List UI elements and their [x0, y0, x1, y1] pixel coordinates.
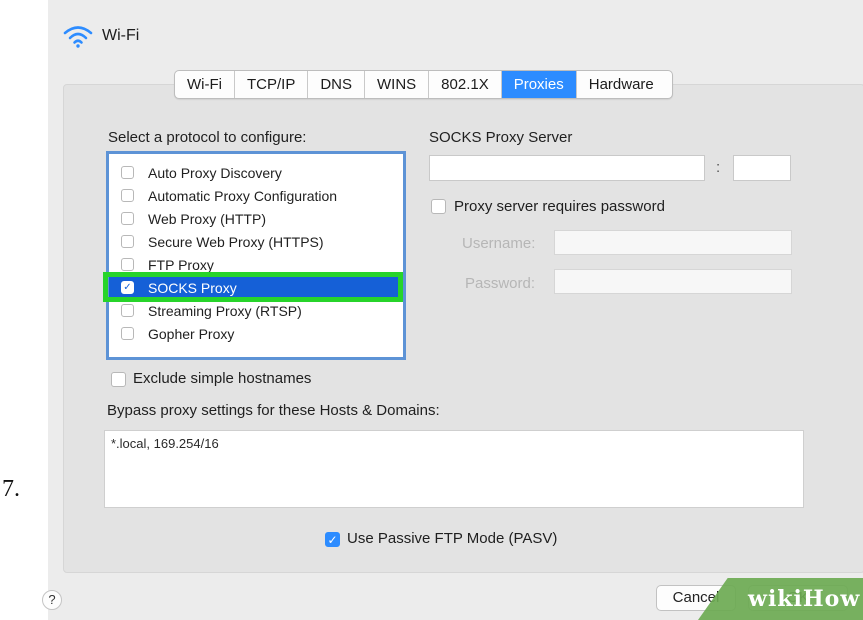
protocol-checkbox[interactable] — [121, 304, 134, 317]
window-header: Wi-Fi — [62, 24, 139, 48]
protocol-item-label: Auto Proxy Discovery — [148, 164, 282, 181]
tab-hardware[interactable]: Hardware — [577, 71, 672, 98]
protocol-item-label: Secure Web Proxy (HTTPS) — [148, 233, 324, 250]
protocol-item-label: Automatic Proxy Configuration — [148, 187, 338, 204]
tab-bar: Wi-Fi TCP/IP DNS WINS 802.1X Proxies Har… — [174, 70, 673, 99]
protocol-checkbox[interactable] — [121, 166, 134, 179]
port-separator: : — [716, 159, 721, 176]
username-label: Username: — [462, 235, 536, 252]
exclude-hostnames-checkbox[interactable] — [111, 372, 126, 387]
protocol-item-automatic-proxy-configuration[interactable]: Automatic Proxy Configuration — [109, 184, 403, 207]
protocol-checkbox[interactable] — [121, 327, 134, 340]
protocol-item-label: Gopher Proxy — [148, 325, 235, 342]
protocol-item-auto-proxy-discovery[interactable]: Auto Proxy Discovery — [109, 161, 403, 184]
tab-8021x[interactable]: 802.1X — [429, 71, 502, 98]
protocol-list[interactable]: Auto Proxy Discovery Automatic Proxy Con… — [103, 151, 406, 360]
tab-dns[interactable]: DNS — [308, 71, 365, 98]
password-label: Password: — [465, 275, 536, 292]
window-title: Wi-Fi — [102, 27, 140, 44]
protocol-item-label: SOCKS Proxy — [148, 279, 237, 296]
protocol-item-label: Web Proxy (HTTP) — [148, 210, 266, 227]
password-input[interactable] — [554, 269, 792, 294]
tab-tcpip[interactable]: TCP/IP — [235, 71, 309, 98]
protocol-item-ftp-proxy[interactable]: FTP Proxy — [109, 253, 403, 276]
protocol-checkbox[interactable]: ✓ — [121, 281, 134, 294]
tab-wins[interactable]: WINS — [365, 71, 430, 98]
protocol-list-heading: Select a protocol to configure: — [108, 129, 307, 146]
protocol-item-label: Streaming Proxy (RTSP) — [148, 302, 302, 319]
protocol-checkbox[interactable] — [121, 235, 134, 248]
protocol-item-socks-proxy[interactable]: ✓ SOCKS Proxy — [103, 272, 403, 302]
passive-ftp-checkbox[interactable]: ✓ — [325, 532, 340, 547]
tab-wifi[interactable]: Wi-Fi — [175, 71, 235, 98]
protocol-item-streaming-proxy[interactable]: Streaming Proxy (RTSP) — [109, 299, 403, 322]
wifi-icon — [63, 26, 93, 48]
network-preferences-window: Wi-Fi Wi-Fi TCP/IP DNS WINS 802.1X Proxi… — [42, 0, 863, 620]
requires-password-checkbox[interactable] — [431, 199, 446, 214]
protocol-item-secure-web-proxy[interactable]: Secure Web Proxy (HTTPS) — [109, 230, 403, 253]
passive-ftp-label: Use Passive FTP Mode (PASV) — [347, 530, 558, 547]
protocol-checkbox[interactable] — [121, 189, 134, 202]
requires-password-label: Proxy server requires password — [454, 198, 665, 215]
exclude-hostnames-label: Exclude simple hostnames — [133, 370, 312, 387]
bypass-hosts-textarea[interactable]: *.local, 169.254/16 — [104, 430, 804, 508]
protocol-checkbox[interactable] — [121, 258, 134, 271]
step-number: 7. — [2, 476, 20, 502]
protocol-item-web-proxy[interactable]: Web Proxy (HTTP) — [109, 207, 403, 230]
proxy-server-input[interactable] — [429, 155, 705, 181]
protocol-checkbox[interactable] — [121, 212, 134, 225]
tab-proxies[interactable]: Proxies — [501, 71, 577, 98]
protocol-item-label: FTP Proxy — [148, 256, 214, 273]
bypass-label: Bypass proxy settings for these Hosts & … — [107, 402, 440, 419]
proxy-port-input[interactable] — [733, 155, 791, 181]
username-input[interactable] — [554, 230, 792, 255]
proxy-server-heading: SOCKS Proxy Server — [429, 129, 573, 146]
help-button[interactable]: ? — [42, 590, 62, 610]
protocol-item-gopher-proxy[interactable]: Gopher Proxy — [109, 322, 403, 345]
